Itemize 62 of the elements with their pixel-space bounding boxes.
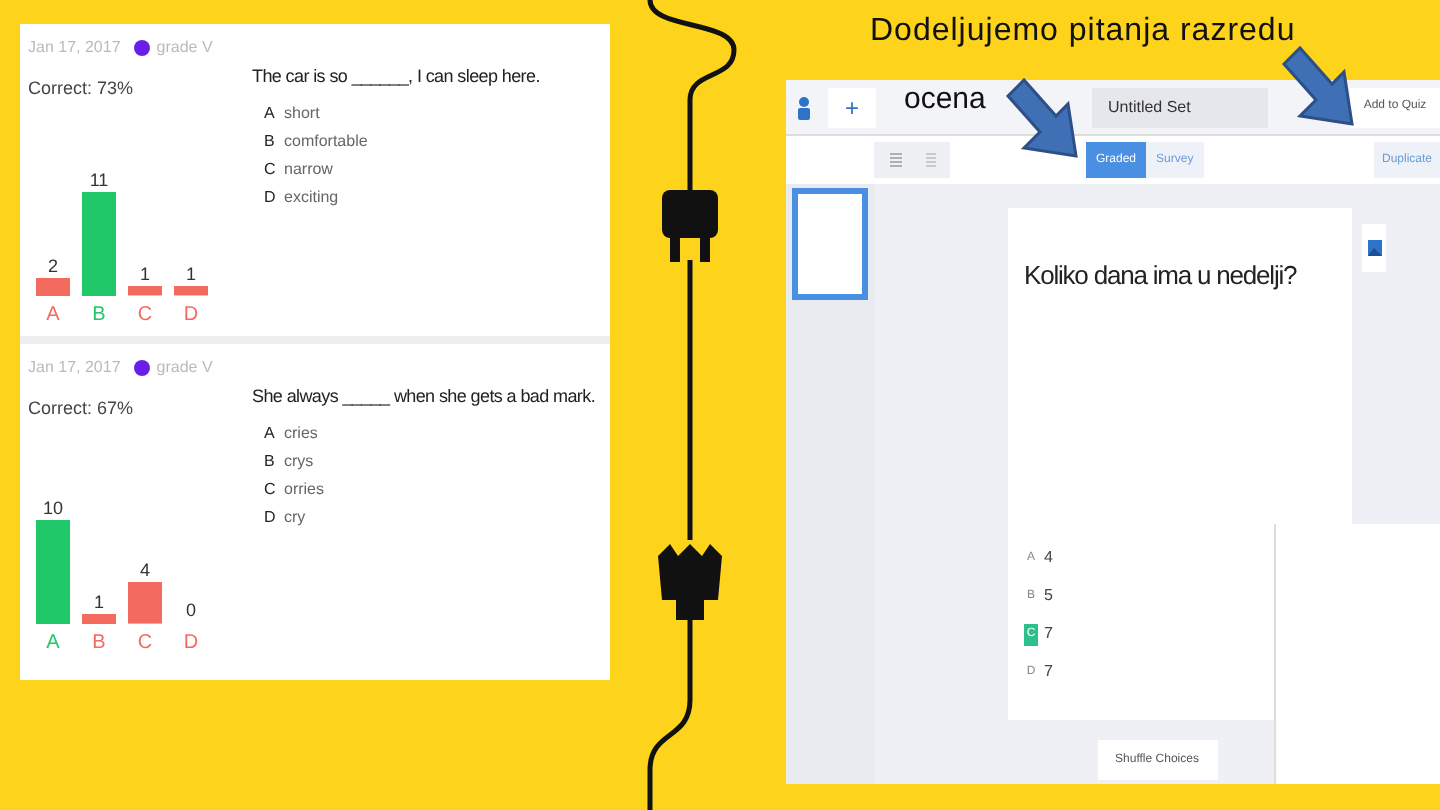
bar-label: A: [46, 630, 60, 658]
correct-rate: Correct: 67%: [28, 396, 136, 422]
bar: [128, 582, 162, 624]
bar-label: B: [92, 302, 106, 330]
bar: [174, 286, 208, 296]
bar: [82, 613, 116, 624]
person-icon: [796, 95, 812, 119]
class-name: grade V: [156, 36, 213, 60]
choice-text[interactable]: 4: [1044, 546, 1053, 570]
choice-text[interactable]: 5: [1044, 584, 1053, 608]
bar-label: D: [183, 302, 199, 330]
bar-label: D: [183, 630, 199, 658]
image-icon[interactable]: [1367, 240, 1381, 256]
option-letter: A: [264, 421, 276, 443]
option-text: crys: [284, 449, 314, 471]
option-letter: A: [264, 101, 276, 123]
bar-value: 1: [139, 262, 150, 287]
option-text: cries: [284, 421, 318, 443]
option-letter: B: [264, 129, 276, 151]
bar: [128, 286, 162, 296]
bar-label: B: [92, 630, 106, 658]
question-text[interactable]: Koliko dana ima u nedelji?: [1024, 256, 1352, 295]
class-name: grade V: [156, 356, 213, 380]
slide-caption: ocena: [904, 80, 986, 120]
bar: [82, 192, 116, 296]
bar: [36, 520, 70, 624]
option-letter: C: [264, 157, 276, 179]
option-text: comfortable: [284, 129, 368, 151]
option-text: narrow: [284, 157, 333, 179]
bar-value: 1: [185, 262, 196, 287]
question-text: She always _____ when she gets a bad mark.: [252, 384, 596, 410]
option-letter: C: [264, 477, 276, 499]
choice-text[interactable]: 7: [1044, 660, 1053, 684]
date: Jan 17, 2017: [28, 356, 121, 380]
bar-label: A: [46, 302, 60, 330]
date: Jan 17, 2017: [28, 36, 121, 60]
bar-value: 10: [42, 496, 63, 520]
bar-value: 1: [93, 589, 104, 614]
option-text: exciting: [284, 185, 339, 207]
list-icon[interactable]: [889, 152, 901, 168]
arrow-icon: [1000, 76, 1084, 164]
slide-thumbnail[interactable]: [792, 188, 868, 300]
arrow-icon: [1276, 44, 1360, 132]
option-text: cry: [284, 505, 306, 527]
slide-title: Dodeljujemo pitanja razredu: [870, 12, 1296, 52]
choice-text[interactable]: 7: [1044, 622, 1053, 646]
bar-label: C: [137, 630, 153, 658]
option-letter: D: [264, 185, 276, 207]
option-letter: D: [264, 505, 276, 527]
correct-rate: Correct: 73%: [28, 76, 136, 102]
bar-value: 2: [47, 253, 58, 278]
bar-value: 11: [89, 168, 109, 192]
bar-value: 0: [185, 598, 196, 622]
set-title-field[interactable]: Untitled Set: [1092, 87, 1268, 127]
question-text: The car is so ______, I can sleep here.: [252, 64, 540, 90]
add-button[interactable]: +: [828, 87, 876, 127]
bar-label: C: [137, 302, 153, 330]
option-text: orries: [284, 477, 325, 499]
option-letter: B: [264, 449, 276, 471]
bar-value: 4: [139, 558, 150, 583]
option-text: short: [284, 101, 320, 123]
bar: [36, 277, 70, 296]
